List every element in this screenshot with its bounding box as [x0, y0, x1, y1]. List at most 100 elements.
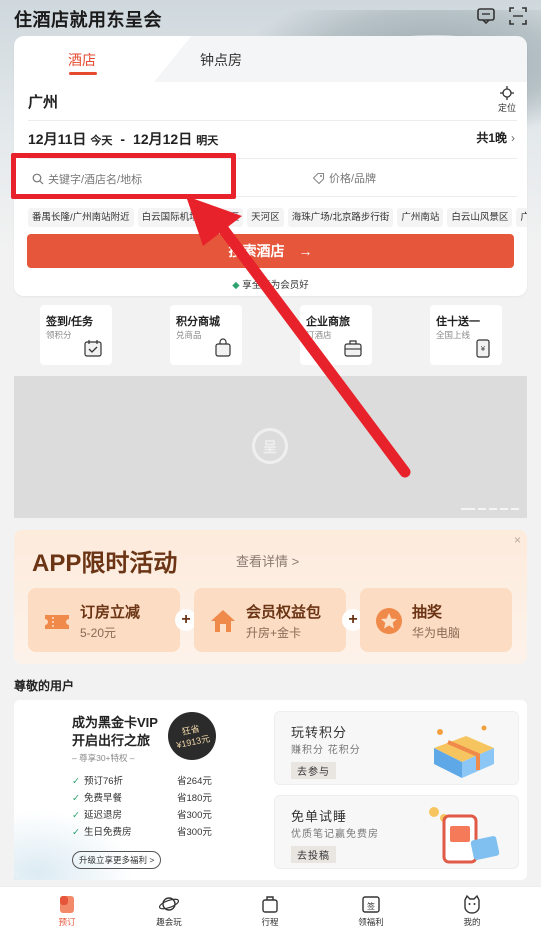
promo-item-title: 抽奖	[412, 604, 443, 621]
gift-box-icon	[434, 725, 494, 778]
quick-entry-sub: 全国上线	[436, 330, 471, 340]
luggage-icon	[262, 896, 278, 913]
quick-entry-title: 签到/任务	[46, 316, 94, 328]
location-chip[interactable]: 海珠广场/北京路步行街	[287, 208, 394, 227]
benefit-saving: 省180元	[177, 793, 212, 804]
star-icon	[376, 608, 402, 634]
briefcase-icon	[344, 340, 362, 357]
quick-entry-checkin[interactable]: 签到/任务 领积分	[40, 305, 112, 365]
search-button-label: 搜索酒店	[228, 243, 285, 259]
vip-title: 成为黑金卡VIP 开启出行之旅	[72, 714, 158, 750]
join-button[interactable]: 去参与	[291, 762, 336, 779]
location-chip[interactable]: 白云区	[206, 208, 244, 227]
planet-icon	[158, 897, 180, 911]
tab-hotel[interactable]: 酒店	[68, 50, 96, 70]
location-chip[interactable]: 番禺长隆/广州南站附近	[28, 208, 134, 227]
tab-trips[interactable]: 行程	[240, 893, 300, 928]
scan-icon[interactable]	[508, 6, 528, 26]
location-chip[interactable]: 白云山风景区	[447, 208, 513, 227]
tab-fun[interactable]: 趣会玩	[139, 893, 199, 928]
search-hotel-button[interactable]: 搜索酒店 →	[27, 234, 514, 268]
promo-item-title: 会员权益包	[246, 604, 322, 621]
booking-icon	[60, 896, 74, 913]
quick-entry-sub: 兑商品	[176, 330, 202, 340]
quick-entry-sub: 订酒店	[306, 330, 332, 340]
member-benefit-text: 享全意为会员好	[242, 280, 309, 291]
location-chip[interactable]: 广	[516, 208, 527, 227]
promo-lottery[interactable]: 抽奖 华为电脑	[360, 588, 512, 652]
quick-entry-corporate[interactable]: 企业商旅 订酒店	[300, 305, 372, 365]
promo-title: APP限时活动	[32, 550, 178, 577]
location-chip[interactable]: 天河区	[247, 208, 284, 227]
cat-face-icon	[464, 894, 480, 914]
promo-room-discount[interactable]: 订房立减 5-20元	[28, 588, 180, 652]
locate-button[interactable]: 定位	[494, 86, 520, 114]
tab-me[interactable]: 我的	[442, 893, 502, 928]
date-separator: -	[120, 131, 126, 147]
free-stay-card[interactable]: 免单试睡 优质笔记赢免费房 去投稿	[274, 795, 519, 869]
upgrade-button[interactable]: 升级立享更多福利 >	[72, 851, 162, 869]
tab-label: 预订	[58, 917, 76, 927]
date-selector[interactable]: 12月11日 今天 -12月12日 明天	[28, 129, 218, 149]
vip-title-line2: 开启出行之旅	[72, 733, 151, 748]
chevron-right-icon: ›	[511, 131, 515, 145]
app-title: 住酒店就用东呈会	[14, 10, 162, 30]
app-promo-card: APP限时活动 查看详情 > × 订房立减 5-20元 + 会员权益包 升房+金…	[14, 530, 527, 664]
promo-item-title: 订房立减	[80, 604, 141, 621]
location-chip[interactable]: 广州南站	[397, 208, 444, 227]
submit-button[interactable]: 去投稿	[291, 846, 336, 863]
svg-text:签: 签	[367, 901, 375, 911]
vip-savings-badge: 狂省 ¥1913元	[163, 707, 221, 765]
vip-subtitle: – 尊享30+特权 –	[72, 753, 135, 763]
shield-check-icon: ◆	[232, 280, 240, 291]
close-icon[interactable]: ×	[514, 533, 521, 547]
benefit-label: 免费早餐	[83, 793, 122, 804]
tab-label: 趣会玩	[156, 917, 182, 927]
carousel-dots	[461, 508, 519, 510]
quick-entry-points-mall[interactable]: 积分商城 兑商品	[170, 305, 242, 365]
location-chip[interactable]: 白云国际机场	[137, 208, 203, 227]
points-card-sub: 赚积分 花积分	[291, 745, 361, 756]
divider	[28, 120, 517, 121]
ad-banner[interactable]: 呈	[14, 376, 527, 518]
bottom-tab-bar: 预订 趣会玩 行程 签 领福利 我的	[0, 886, 541, 936]
benefit-saving: 省264元	[177, 776, 212, 787]
crosshair-icon	[500, 86, 514, 100]
promo-details-link[interactable]: 查看详情 >	[236, 551, 299, 570]
tab-label: 领福利	[358, 917, 384, 927]
quick-entry-stay-ten[interactable]: 住十送一 全国上线 ¥	[430, 305, 502, 365]
message-icon[interactable]	[476, 6, 496, 26]
nights-count[interactable]: 共1晚 ›	[476, 129, 515, 146]
gift-calendar-icon: 签	[362, 896, 380, 913]
tab-label: 我的	[463, 917, 481, 927]
checkin-date: 12月11日	[28, 131, 87, 147]
svg-text:¥: ¥	[481, 345, 486, 353]
free-stay-title: 免单试睡	[291, 809, 348, 824]
member-benefit-line[interactable]: ◆ 享全意为会员好	[14, 277, 527, 291]
tab-label: 行程	[261, 917, 279, 927]
city-selector[interactable]: 广州	[28, 91, 58, 112]
tab-booking[interactable]: 预订	[37, 893, 97, 928]
promo-item-sub: 华为电脑	[412, 626, 461, 640]
calendar-check-icon	[84, 340, 102, 357]
hot-location-chips: 番禺长隆/广州南站附近 白云国际机场 白云区 天河区 海珠广场/北京路步行街 广州南站 白云…	[28, 207, 527, 227]
promo-item-sub: 5-20元	[80, 626, 117, 640]
vip-benefit-row: ✓ 免费早餐 省180元	[72, 790, 222, 804]
vip-benefit-row: ✓ 生日免费房 省300元	[72, 824, 222, 838]
quick-entry-sub: 领积分	[46, 330, 72, 340]
tag-icon	[312, 172, 325, 184]
price-brand-filter[interactable]: 价格/品牌	[312, 170, 376, 186]
brand-logo-text: 呈	[263, 439, 277, 455]
points-card[interactable]: 玩转积分 赚积分 花积分 去参与	[274, 711, 519, 785]
search-highlight-box	[11, 153, 236, 199]
booking-tabs: 酒店 钟点房	[14, 36, 527, 82]
tab-benefits[interactable]: 签 领福利	[341, 893, 401, 928]
nights-label: 共1晚	[476, 131, 507, 145]
phone-yen-icon: ¥	[476, 339, 490, 358]
active-tab-indicator	[69, 72, 97, 75]
tab-hourly-room[interactable]: 钟点房	[200, 50, 242, 70]
promo-member-pack[interactable]: 会员权益包 升房+金卡	[194, 588, 346, 652]
top-bar: 住酒店就用东呈会	[0, 0, 541, 34]
benefit-saving: 省300元	[177, 810, 212, 821]
phone-coupon-icon	[429, 807, 500, 864]
